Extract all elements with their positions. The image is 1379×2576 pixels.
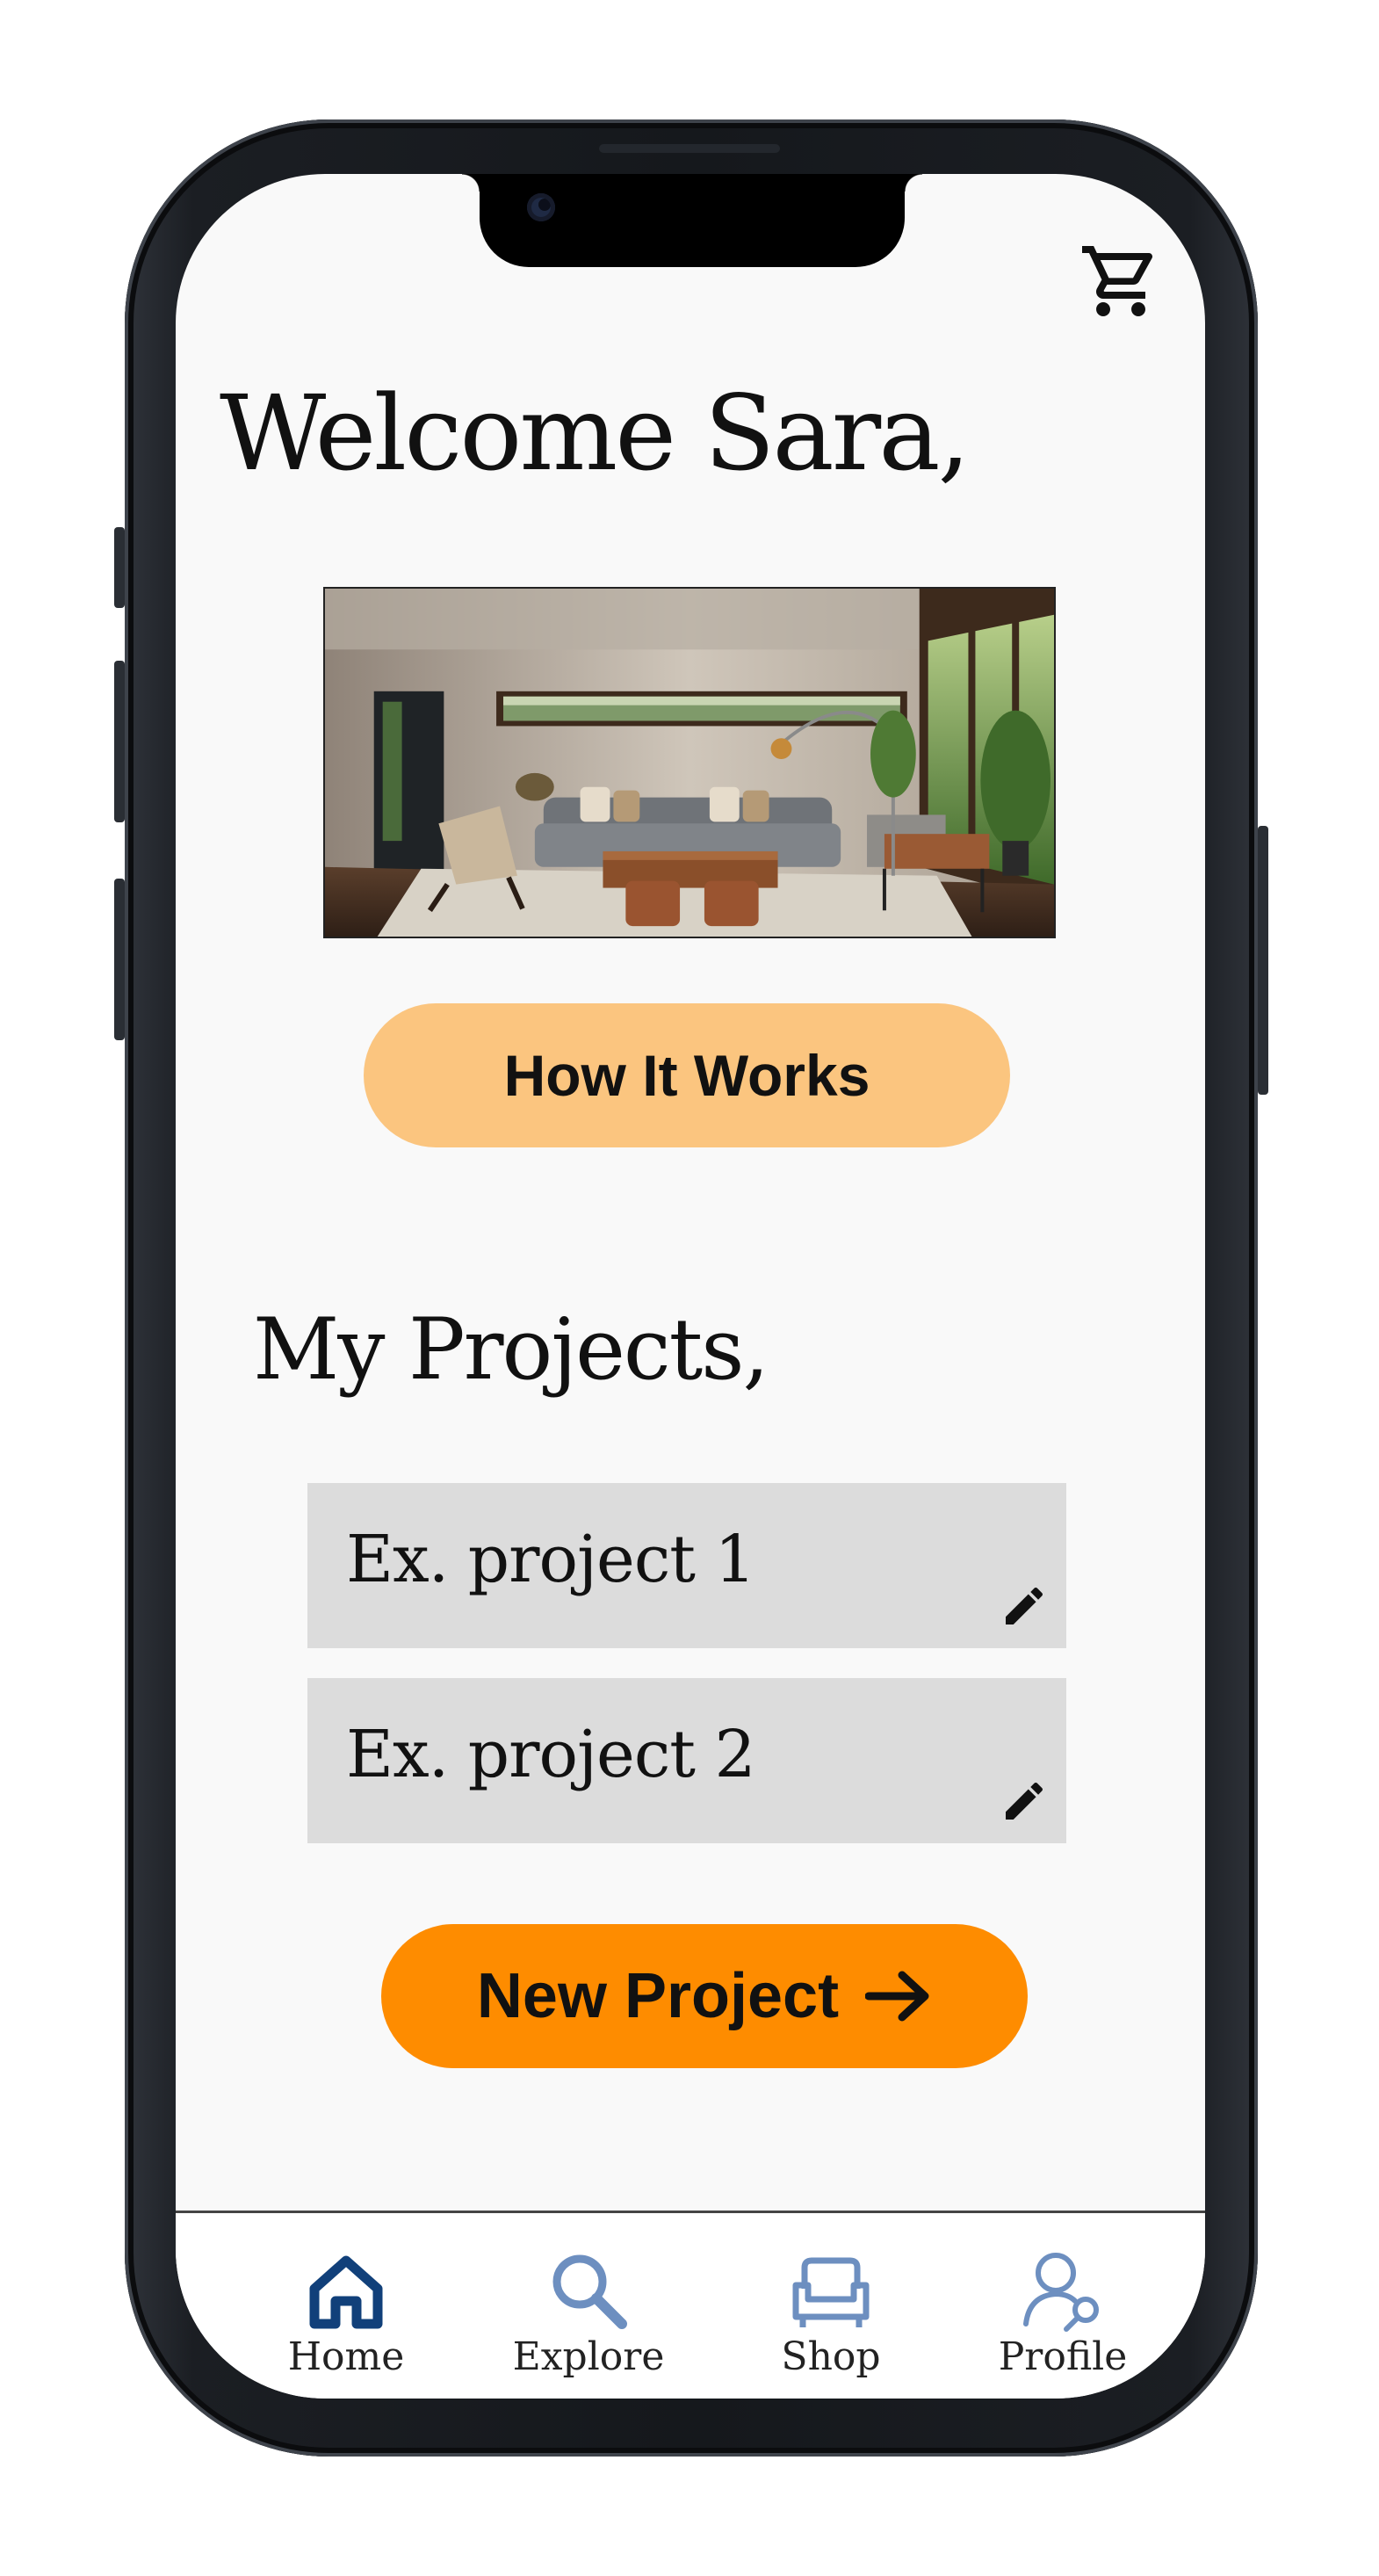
- power-button: [1258, 826, 1268, 1095]
- notch: [462, 174, 922, 267]
- search-icon: [552, 2254, 627, 2329]
- sofa-icon: [792, 2257, 870, 2327]
- pencil-edit-icon[interactable]: [1000, 1581, 1049, 1631]
- app-screen: Welcome Sara, How It Works My Projects, …: [176, 174, 1205, 2399]
- home-icon: [309, 2255, 383, 2329]
- project-name: Ex. project 1: [346, 1522, 756, 1597]
- front-camera: [527, 193, 555, 221]
- tab-shop[interactable]: Shop: [743, 2247, 919, 2377]
- how-it-works-button[interactable]: How It Works: [364, 1003, 1010, 1147]
- tab-home[interactable]: Home: [258, 2247, 434, 2377]
- living-room-photo: [323, 587, 1056, 938]
- new-project-button[interactable]: New Project: [381, 1924, 1028, 2068]
- tab-home-label: Home: [287, 2334, 405, 2379]
- shopping-cart-icon[interactable]: [1079, 239, 1163, 323]
- bottom-tab-bar: Home Explore Shop Profile: [176, 2211, 1205, 2399]
- silent-switch: [114, 527, 125, 608]
- tab-shop-label: Shop: [781, 2334, 881, 2379]
- volume-down-button: [114, 879, 125, 1040]
- tab-explore[interactable]: Explore: [501, 2247, 676, 2377]
- tab-profile-label: Profile: [998, 2334, 1128, 2379]
- tab-explore-label: Explore: [512, 2334, 665, 2379]
- project-name: Ex. project 2: [346, 1717, 756, 1792]
- top-speaker: [599, 144, 780, 153]
- pencil-edit-icon[interactable]: [1000, 1776, 1049, 1826]
- my-projects-title: My Projects,: [253, 1300, 769, 1399]
- volume-up-button: [114, 661, 125, 822]
- welcome-title: Welcome Sara,: [220, 373, 971, 494]
- project-card[interactable]: Ex. project 1: [307, 1483, 1066, 1648]
- new-project-label: New Project: [476, 1961, 840, 2031]
- arrow-right-icon: [865, 1971, 929, 2022]
- profile-search-icon: [1023, 2253, 1099, 2332]
- tab-profile[interactable]: Profile: [975, 2247, 1151, 2377]
- project-card[interactable]: Ex. project 2: [307, 1678, 1066, 1843]
